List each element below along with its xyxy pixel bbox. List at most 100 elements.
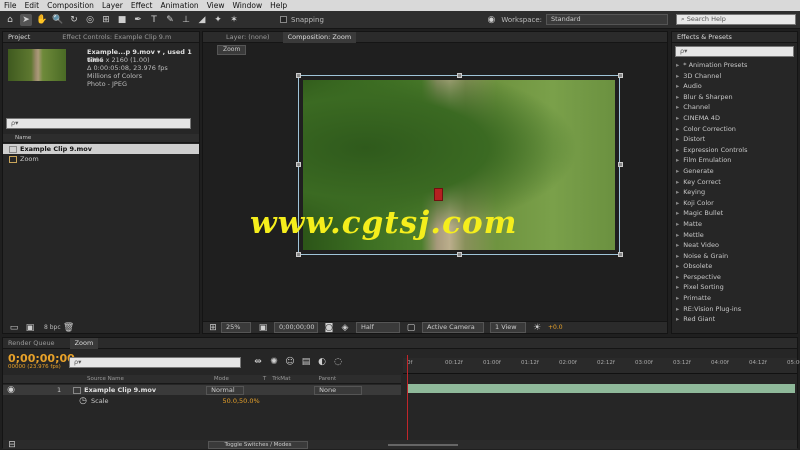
- effects-search-input[interactable]: ρ▾: [675, 46, 794, 57]
- effects-category-item[interactable]: ▸ Generate: [672, 166, 797, 177]
- layer-parent-dropdown[interactable]: None: [314, 385, 363, 395]
- effects-category-item[interactable]: ▸ Channel: [672, 102, 797, 113]
- expand-triangle-icon[interactable]: ▸: [676, 231, 679, 239]
- effects-category-item[interactable]: ▸ Perspective: [672, 272, 797, 283]
- time-ruler[interactable]: 0f 00:12f 01:00f 01:12f 02:00f 02:12f 03:00f 03…: [403, 358, 800, 374]
- header-trkmat[interactable]: TrkMat: [272, 376, 290, 382]
- expand-triangle-icon[interactable]: ▸: [676, 135, 679, 143]
- menu-layer[interactable]: Layer: [98, 0, 127, 11]
- expand-triangle-icon[interactable]: ▸: [676, 188, 679, 196]
- expand-triangle-icon[interactable]: ▸: [676, 146, 679, 154]
- camera-tool-icon[interactable]: ◎: [84, 14, 96, 26]
- selection-tool-icon[interactable]: ➤: [20, 13, 32, 26]
- effects-category-item[interactable]: ▸ Mettle: [672, 230, 797, 241]
- expand-triangle-icon[interactable]: ▸: [676, 283, 679, 291]
- effects-category-item[interactable]: ▸ Color Correction: [672, 124, 797, 135]
- snapshot-icon[interactable]: ◙: [323, 322, 335, 334]
- expand-triangle-icon[interactable]: ▸: [676, 252, 679, 260]
- project-search-input[interactable]: ρ▾: [6, 118, 191, 129]
- layer-duration-bar[interactable]: [407, 384, 795, 393]
- list-item[interactable]: Example Clip 9.mov: [3, 144, 199, 154]
- expand-triangle-icon[interactable]: ▸: [676, 178, 679, 186]
- effects-category-item[interactable]: ▸ CINEMA 4D: [672, 113, 797, 124]
- transform-handle[interactable]: [457, 73, 462, 78]
- menu-animation[interactable]: Animation: [156, 0, 202, 11]
- home-icon[interactable]: ⌂: [4, 14, 16, 26]
- expand-triangle-icon[interactable]: ▸: [676, 209, 679, 217]
- expand-triangle-icon[interactable]: ▸: [676, 241, 679, 249]
- comp-timecode[interactable]: 0;00;00;00: [274, 322, 318, 333]
- tab-effects-presets[interactable]: Effects & Presets: [672, 32, 737, 43]
- effects-category-item[interactable]: ▸ Film Emulation: [672, 155, 797, 166]
- expand-triangle-icon[interactable]: ▸: [676, 114, 679, 122]
- header-source-name[interactable]: Source Name: [87, 376, 124, 382]
- expand-triangle-icon[interactable]: ▸: [676, 315, 679, 323]
- menu-window[interactable]: Window: [229, 0, 267, 11]
- expand-triangle-icon[interactable]: ▸: [676, 305, 679, 313]
- eraser-tool-icon[interactable]: ◢: [196, 14, 208, 26]
- effects-category-item[interactable]: ▸ Koji Color: [672, 198, 797, 209]
- tab-render-queue[interactable]: Render Queue: [3, 338, 60, 349]
- draft-3d-icon[interactable]: ✺: [268, 356, 280, 368]
- playhead[interactable]: [407, 355, 408, 449]
- effects-category-item[interactable]: ▸ 3D Channel: [672, 71, 797, 82]
- search-help-input[interactable]: ⌕ Search Help: [676, 14, 796, 25]
- effects-category-item[interactable]: ▸ Key Correct: [672, 177, 797, 188]
- tab-effect-controls[interactable]: Effect Controls: Example Clip 9.m: [57, 32, 176, 43]
- roto-tool-icon[interactable]: ✦: [212, 14, 224, 26]
- effects-category-item[interactable]: ▸ * Animation Presets: [672, 60, 797, 71]
- expand-triangle-icon[interactable]: ▸: [676, 262, 679, 270]
- timeline-search-input[interactable]: ρ▾: [69, 357, 241, 368]
- effects-category-item[interactable]: ▸ Distort: [672, 134, 797, 145]
- header-mode[interactable]: Mode: [214, 376, 229, 382]
- transform-handle[interactable]: [618, 252, 623, 257]
- layer-name[interactable]: Example Clip 9.mov: [84, 386, 156, 394]
- brush-tool-icon[interactable]: ✎: [164, 14, 176, 26]
- effects-category-item[interactable]: ▸ Audio: [672, 81, 797, 92]
- transform-handle[interactable]: [618, 162, 623, 167]
- scale-value[interactable]: 50.0,50.0%: [223, 397, 260, 405]
- type-tool-icon[interactable]: T: [148, 14, 160, 26]
- tab-project[interactable]: Project: [3, 32, 35, 43]
- effects-category-item[interactable]: ▸ Noise & Grain: [672, 251, 797, 262]
- zoom-tool-icon[interactable]: 🔍: [52, 14, 64, 26]
- rectangle-tool-icon[interactable]: ■: [116, 14, 128, 26]
- hand-tool-icon[interactable]: ✋: [36, 14, 48, 26]
- toggle-panel-icon[interactable]: ⊟: [6, 439, 18, 450]
- puppet-tool-icon[interactable]: ✶: [228, 14, 240, 26]
- effects-category-item[interactable]: ▸ Expression Controls: [672, 145, 797, 156]
- expand-triangle-icon[interactable]: ▸: [676, 199, 679, 207]
- effects-category-item[interactable]: ▸ Primatte: [672, 293, 797, 304]
- effects-category-item[interactable]: ▸ Pixel Sorting: [672, 282, 797, 293]
- toggle-switches-modes-button[interactable]: Toggle Switches / Modes: [208, 440, 308, 449]
- folder-icon[interactable]: ▭: [8, 322, 20, 334]
- expand-triangle-icon[interactable]: ▸: [676, 125, 679, 133]
- tab-composition[interactable]: Composition: Zoom: [282, 31, 357, 43]
- snapping-checkbox[interactable]: [280, 16, 287, 23]
- camera-dropdown[interactable]: Active Camera: [422, 322, 484, 333]
- list-item[interactable]: Zoom: [3, 154, 199, 164]
- expand-triangle-icon[interactable]: ▸: [676, 103, 679, 111]
- channel-icon[interactable]: ◈: [339, 322, 351, 334]
- effects-category-item[interactable]: ▸ Keying: [672, 187, 797, 198]
- menu-effect[interactable]: Effect: [127, 0, 157, 11]
- expand-triangle-icon[interactable]: ▸: [676, 294, 679, 302]
- shy-icon[interactable]: ☺: [284, 356, 296, 368]
- stopwatch-icon[interactable]: ◷: [77, 395, 89, 407]
- zoom-dropdown[interactable]: 25%: [221, 322, 251, 333]
- header-t[interactable]: T: [263, 376, 266, 382]
- zoom-slider[interactable]: [388, 443, 458, 446]
- expand-triangle-icon[interactable]: ▸: [676, 82, 679, 90]
- transform-handle[interactable]: [296, 252, 301, 257]
- comp-mini-flowchart-icon[interactable]: ⇹: [252, 356, 264, 368]
- menu-edit[interactable]: Edit: [21, 0, 44, 11]
- transform-handle[interactable]: [296, 162, 301, 167]
- pen-tool-icon[interactable]: ✒: [132, 14, 144, 26]
- menu-view[interactable]: View: [203, 0, 229, 11]
- effects-category-item[interactable]: ▸ Red Giant: [672, 314, 797, 325]
- clone-tool-icon[interactable]: ⊥: [180, 14, 192, 26]
- menu-help[interactable]: Help: [266, 0, 291, 11]
- tab-zoom-timeline[interactable]: Zoom: [69, 337, 99, 349]
- project-name-header[interactable]: Name: [3, 134, 199, 143]
- exposure-value[interactable]: +0.0: [548, 324, 563, 331]
